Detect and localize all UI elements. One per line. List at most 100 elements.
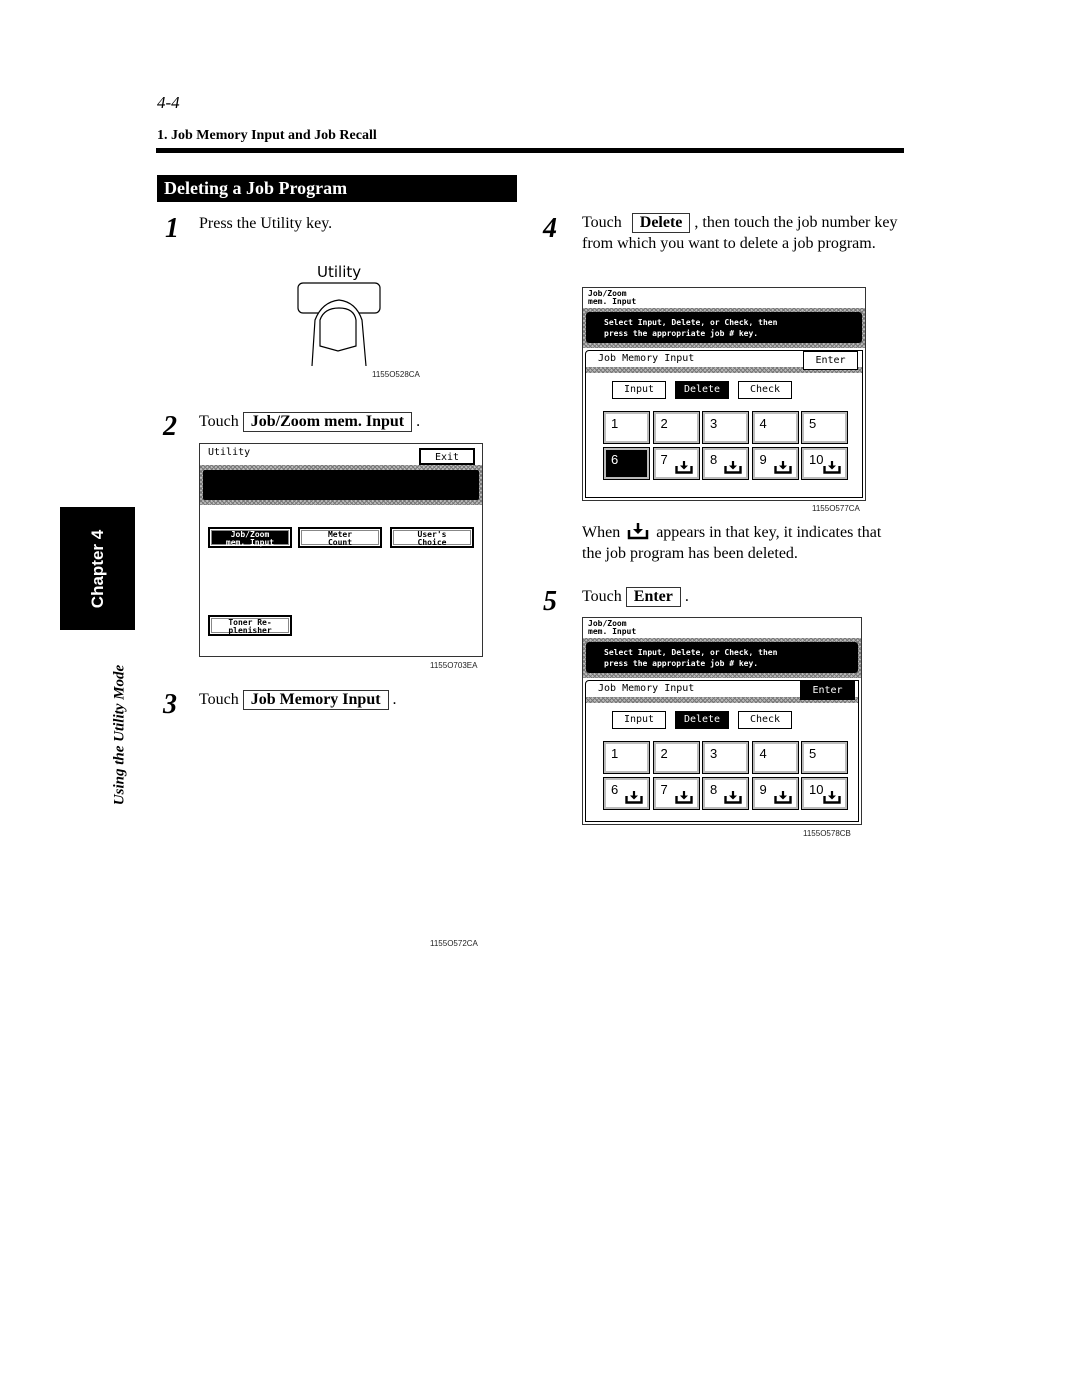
job-key-number: 9	[759, 782, 767, 797]
page-number: 4-4	[157, 93, 180, 112]
job-key-10[interactable]: 10	[801, 777, 848, 810]
toner-replenisher-button[interactable]: Toner Re- plenisher	[208, 615, 292, 636]
chapter-tab-label: Chapter 4	[87, 529, 107, 608]
mode-check-button[interactable]: Check	[738, 381, 792, 399]
instruction-message: Select Input, Delete, or Check, then pres…	[586, 642, 858, 673]
job-zoom-mem-input-button[interactable]: Job/Zoom mem. Input	[208, 527, 292, 548]
job-key-9[interactable]: 9	[751, 777, 799, 810]
step-prefix: Touch	[582, 214, 622, 231]
enter-button[interactable]: Enter	[800, 681, 855, 700]
job-key-number: 4	[759, 746, 767, 761]
job-key-number: 5	[809, 746, 817, 761]
job-key-number: 2	[660, 746, 668, 761]
mode-delete-button[interactable]: Delete	[675, 381, 729, 399]
step-number: 1	[165, 213, 179, 244]
job-key-2[interactable]: 2	[652, 741, 700, 774]
job-key-1[interactable]: 1	[603, 741, 650, 774]
job-key-9[interactable]: 9	[751, 447, 799, 480]
deleted-tray-icon	[627, 523, 649, 540]
figure-id: 1155O577CA	[812, 504, 860, 513]
job-key-4[interactable]: 4	[751, 741, 799, 774]
step-suffix: .	[416, 413, 421, 430]
mode-input-button[interactable]: Input	[612, 711, 666, 729]
key-reference: Delete	[631, 213, 691, 233]
deleted-tray-icon	[823, 791, 841, 804]
job-memory-panel: Job Memory Input Enter Input Delete Check 1 2 3…	[585, 350, 863, 498]
job-key-2[interactable]: 2	[652, 411, 700, 444]
step-number: 4	[543, 213, 557, 244]
figure-id: 1155O528CA	[372, 370, 420, 379]
message-line: press the appropriate job # key.	[604, 659, 759, 668]
message-area	[203, 470, 479, 500]
step-number: 3	[163, 689, 177, 720]
job-key-3[interactable]: 3	[702, 741, 749, 774]
job-memory-panel: Job Memory Input Enter Input Delete Check 1 2 3…	[585, 680, 859, 822]
job-key-6[interactable]: 6	[603, 447, 650, 480]
mode-input-button[interactable]: Input	[612, 381, 666, 399]
job-key-number: 3	[710, 746, 718, 761]
job-key-number: 7	[660, 452, 668, 467]
panel-title: Job Memory Input	[598, 353, 695, 364]
meter-count-button[interactable]: Meter Count	[298, 527, 382, 548]
step-number: 5	[543, 586, 557, 617]
job-key-number: 1	[611, 746, 619, 761]
message-line: press the appropriate job # key.	[604, 329, 759, 338]
step-prefix: Touch	[199, 413, 239, 430]
deleted-tray-icon	[773, 791, 792, 804]
deleted-tray-icon	[823, 461, 841, 474]
step-suffix: , then touch the job number key from whi…	[582, 214, 898, 252]
job-key-6[interactable]: 6	[603, 777, 650, 810]
figure-id: 1155O703EA	[430, 661, 478, 670]
job-key-7[interactable]: 7	[652, 447, 700, 480]
mode-delete-button[interactable]: Delete	[675, 711, 729, 729]
job-key-number: 6	[611, 452, 619, 467]
step-number: 2	[163, 411, 177, 442]
job-key-number: 5	[809, 416, 817, 431]
instruction-message: Select Input, Delete, or Check, then pres…	[586, 312, 862, 343]
step-suffix: .	[684, 588, 689, 605]
job-key-number: 10	[809, 782, 824, 797]
deleted-note: When appears in that key, it indicates t…	[582, 522, 902, 564]
section-divider	[156, 148, 904, 153]
job-memory-screen-enter: Job/Zoom mem. Input Select Input, Delete,…	[582, 617, 862, 825]
section-heading: 1. Job Memory Input and Job Recall	[157, 128, 377, 143]
job-key-number: 7	[660, 782, 668, 797]
job-key-10[interactable]: 10	[801, 447, 848, 480]
job-key-number: 1	[611, 416, 619, 431]
job-key-5[interactable]: 5	[801, 411, 848, 444]
chapter-tab: Chapter 4	[60, 507, 135, 630]
deleted-tray-icon	[724, 461, 742, 474]
message-line: Select Input, Delete, or Check, then	[604, 648, 778, 657]
deleted-tray-icon	[724, 791, 742, 804]
job-key-8[interactable]: 8	[702, 777, 749, 810]
step-suffix: .	[392, 691, 397, 708]
job-key-number: 6	[611, 782, 619, 797]
job-key-number: 9	[759, 452, 767, 467]
users-choice-button[interactable]: User's Choice	[390, 527, 474, 548]
job-key-8[interactable]: 8	[702, 447, 749, 480]
step-text: Touch Job Memory Input.	[199, 689, 397, 710]
figure-id: 1155O572CA	[430, 939, 478, 948]
key-reference: Enter	[625, 587, 681, 607]
key-reference: Job/Zoom mem. Input	[242, 412, 413, 432]
enter-button[interactable]: Enter	[803, 351, 858, 370]
job-key-3[interactable]: 3	[702, 411, 749, 444]
message-area-frame	[200, 465, 482, 505]
mode-check-button[interactable]: Check	[738, 711, 792, 729]
job-key-5[interactable]: 5	[801, 741, 848, 774]
exit-button[interactable]: Exit	[419, 448, 475, 465]
step-text: Touch Enter.	[582, 586, 689, 607]
job-key-1[interactable]: 1	[603, 411, 650, 444]
step-text: Touch Job/Zoom mem. Input.	[199, 411, 420, 432]
deleted-tray-icon	[625, 791, 643, 804]
job-key-7[interactable]: 7	[652, 777, 700, 810]
job-key-number: 8	[710, 452, 718, 467]
screen-title: Job/Zoom mem. Input	[588, 619, 637, 636]
message-line: Select Input, Delete, or Check, then	[604, 318, 778, 327]
step-prefix: Touch	[199, 691, 239, 708]
job-key-number: 3	[710, 416, 718, 431]
message-area-frame: Select Input, Delete, or Check, then pres…	[583, 308, 865, 348]
utility-screen: Utility Exit Job/Zoom mem. Input Meter C…	[199, 443, 483, 657]
job-key-4[interactable]: 4	[751, 411, 799, 444]
job-key-number: 8	[710, 782, 718, 797]
